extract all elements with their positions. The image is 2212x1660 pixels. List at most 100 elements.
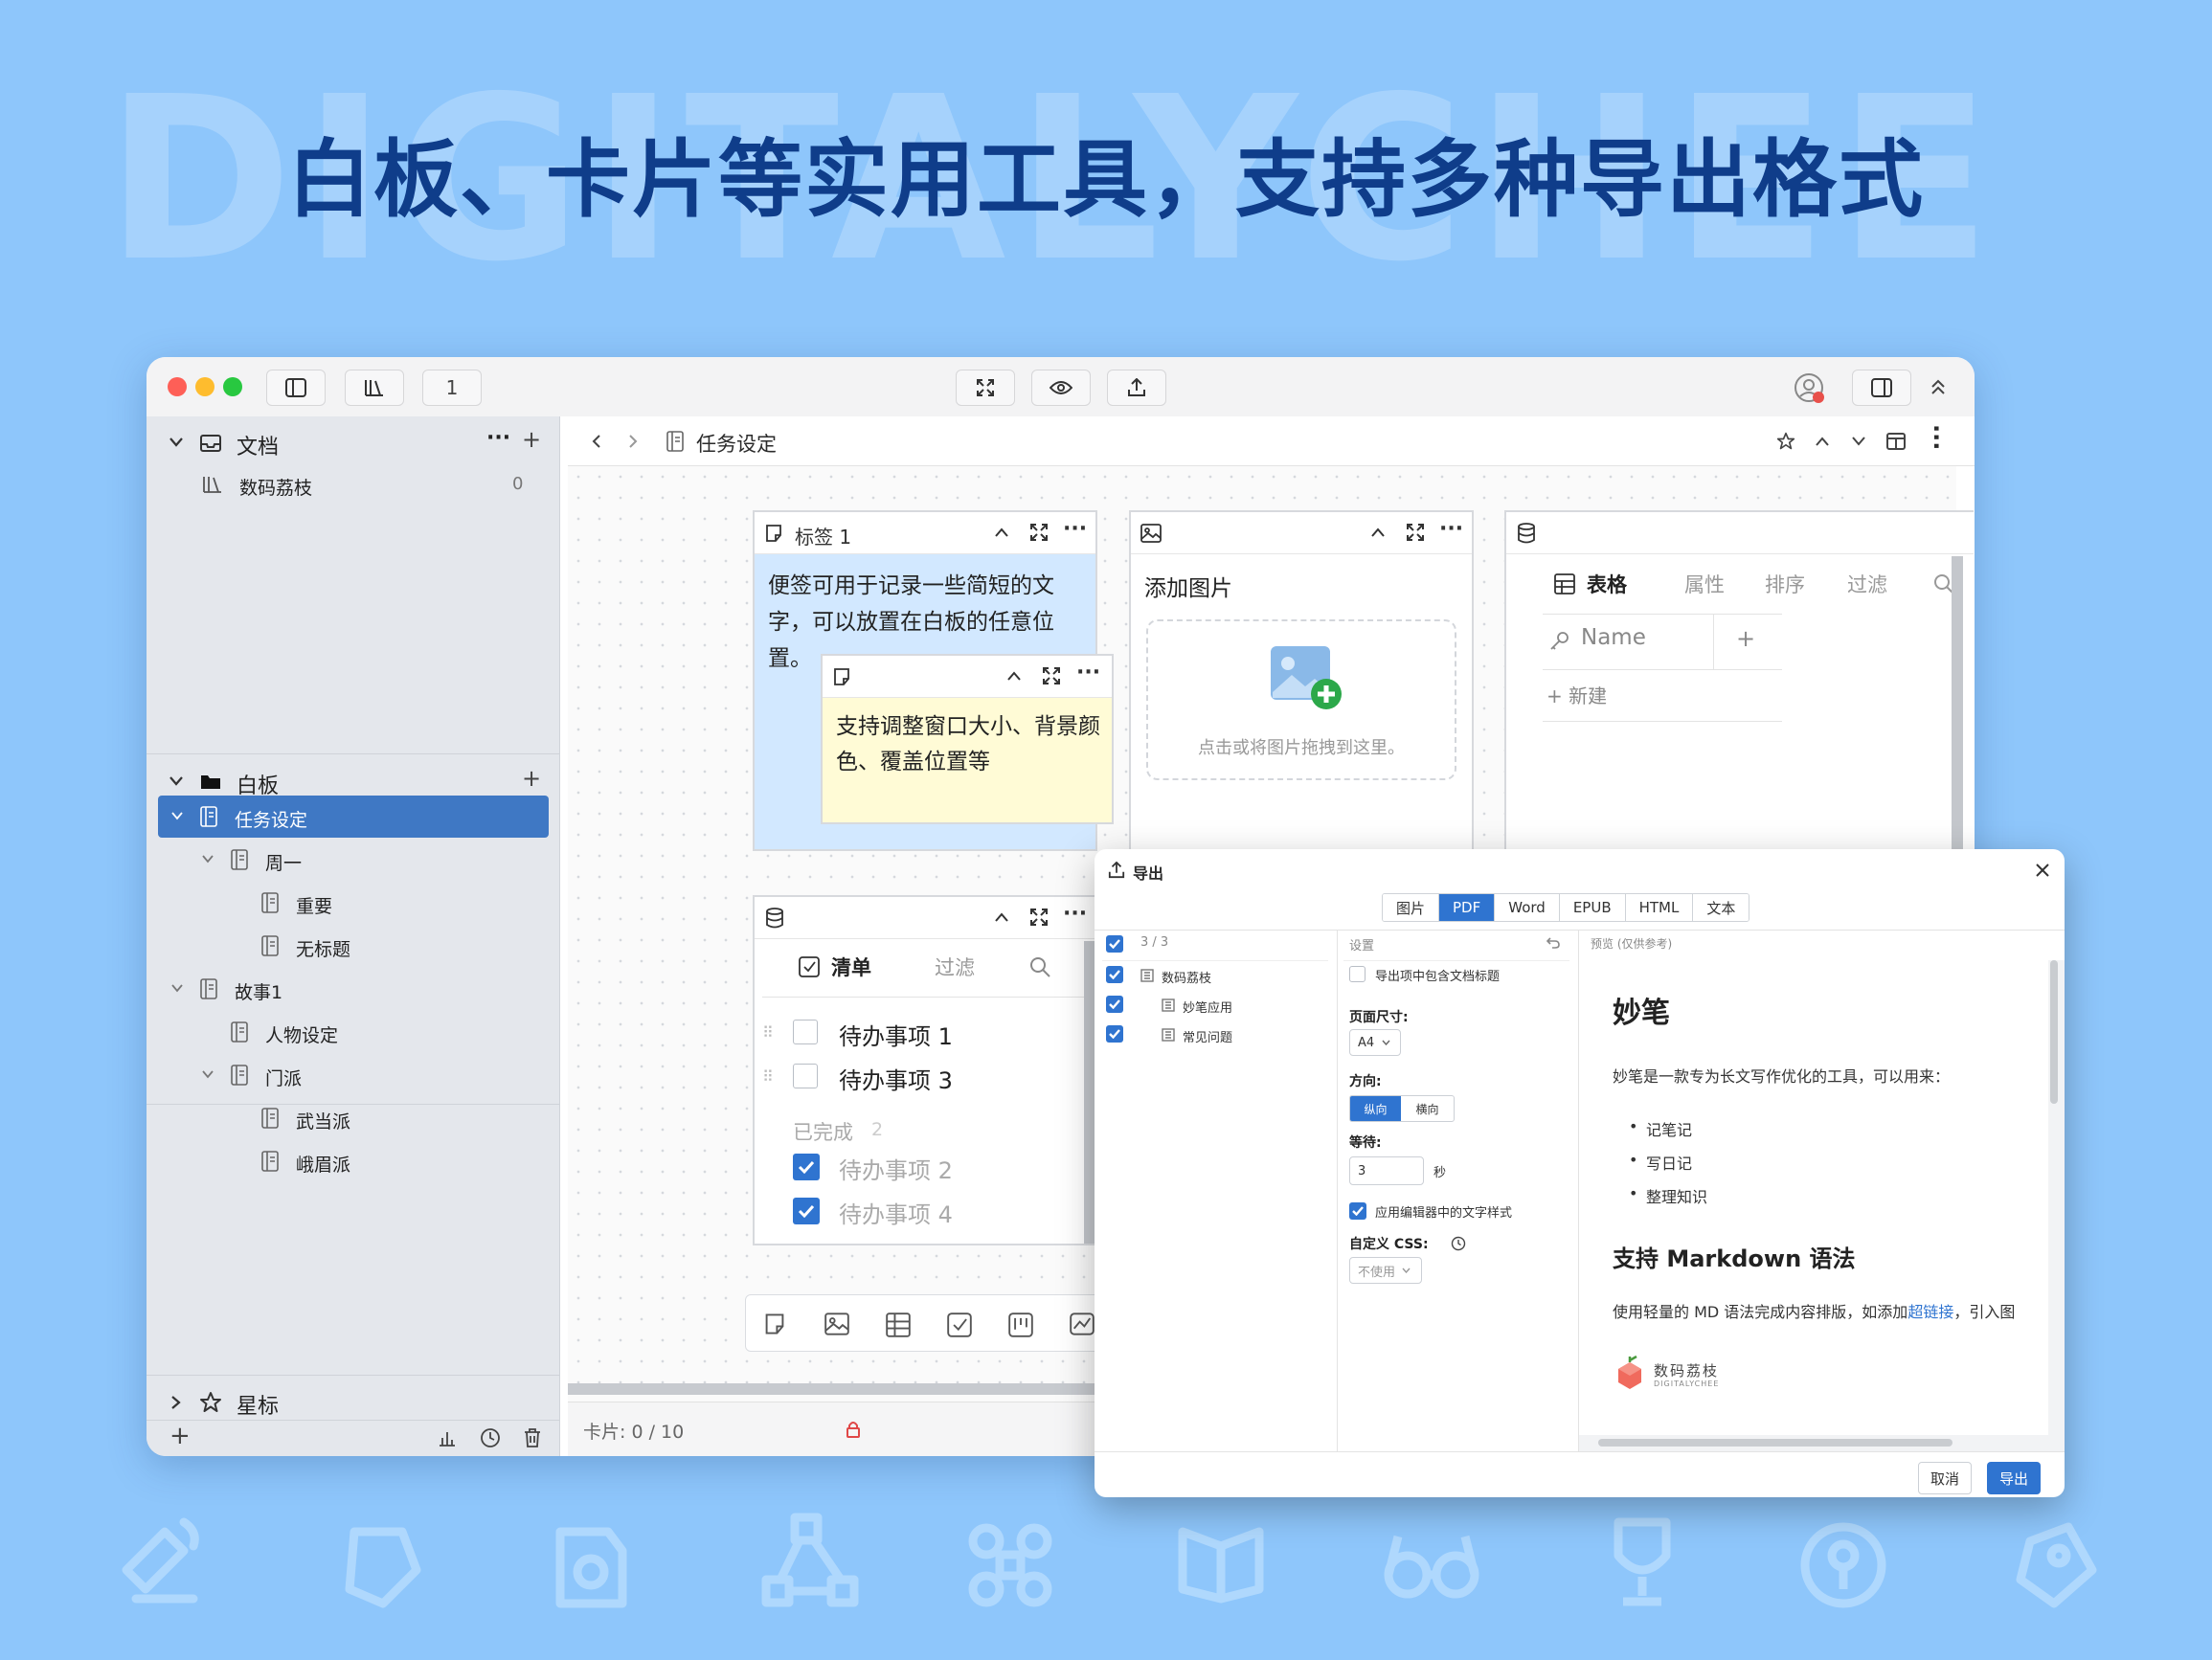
sidebar-item-门派[interactable]: 门派 xyxy=(158,1054,549,1096)
todo-checkbox-checked[interactable] xyxy=(793,1198,820,1224)
tab-EPUB[interactable]: EPUB xyxy=(1559,894,1626,921)
tree-checkbox[interactable] xyxy=(1106,966,1123,983)
more-icon[interactable]: ··· xyxy=(1063,902,1087,926)
share-button[interactable] xyxy=(1107,370,1166,406)
export-button[interactable]: 导出 xyxy=(1987,1462,2041,1494)
todo-checkbox[interactable] xyxy=(793,1064,818,1088)
starred-section-header[interactable]: 星标 xyxy=(147,1380,560,1425)
select-all-checkbox[interactable] xyxy=(1106,935,1123,953)
todo-card[interactable]: ··· 清单 过滤 ⠿ 待办事项 1 ⠿ 待办事项 3 已完成 2 待办事项 2… xyxy=(753,895,1097,1245)
add-board-button[interactable]: + xyxy=(522,765,541,792)
custom-css-select[interactable]: 不使用 xyxy=(1349,1257,1422,1284)
cancel-button[interactable]: 取消 xyxy=(1918,1462,1972,1494)
tree-checkbox[interactable] xyxy=(1106,1025,1123,1043)
orientation-landscape[interactable]: 横向 xyxy=(1401,1096,1454,1121)
tab-清单[interactable]: 清单 xyxy=(831,953,871,981)
docs-section-header[interactable]: 文档 ··· + xyxy=(147,420,560,466)
sidebar-item-峨眉派[interactable]: 峨眉派 xyxy=(158,1140,549,1182)
reset-icon[interactable] xyxy=(1546,937,1560,949)
more-icon[interactable]: ··· xyxy=(1923,424,1950,450)
tab-过滤[interactable]: 过滤 xyxy=(1847,570,1887,598)
tab-图片[interactable]: 图片 xyxy=(1383,894,1440,921)
page-size-select[interactable]: A4 xyxy=(1349,1029,1401,1056)
tab-HTML[interactable]: HTML xyxy=(1625,894,1694,921)
history-icon[interactable] xyxy=(480,1427,501,1448)
table-card[interactable]: 表格 属性 排序 过滤 Name + + 新建 xyxy=(1504,510,1974,864)
forward-icon[interactable] xyxy=(627,434,639,449)
expand-icon[interactable] xyxy=(1406,523,1425,542)
image-icon[interactable] xyxy=(824,1312,849,1335)
more-icon[interactable]: ··· xyxy=(1076,661,1100,684)
sidebar-item-任务设定[interactable]: 任务设定 xyxy=(158,796,549,838)
toggle-sidebar-button[interactable] xyxy=(266,370,326,406)
column-name[interactable]: Name xyxy=(1581,625,1646,650)
sidebar-item-周一[interactable]: 周一 xyxy=(158,839,549,881)
todo-checkbox[interactable] xyxy=(793,1020,818,1044)
chevron-down-icon[interactable] xyxy=(1851,436,1866,447)
preview-button[interactable] xyxy=(1031,370,1091,406)
sidebar-item-人物设定[interactable]: 人物设定 xyxy=(158,1011,549,1053)
tab-Word[interactable]: Word xyxy=(1495,894,1560,921)
new-row-button[interactable]: + 新建 xyxy=(1546,681,1607,708)
sidebar-item-武当派[interactable]: 武当派 xyxy=(158,1097,549,1139)
tab-排序[interactable]: 排序 xyxy=(1765,570,1805,598)
sidebar-item-数码荔枝[interactable]: 数码荔枝 0 xyxy=(158,463,549,505)
add-column-button[interactable]: + xyxy=(1736,625,1755,652)
search-icon[interactable] xyxy=(1028,955,1051,978)
apply-styles-checkbox[interactable] xyxy=(1349,1202,1366,1220)
done-section-label[interactable]: 已完成 xyxy=(793,1117,853,1146)
chevron-up-icon[interactable] xyxy=(994,911,1009,923)
include-title-checkbox[interactable] xyxy=(1349,966,1366,982)
close-icon[interactable] xyxy=(2035,863,2050,878)
drag-handle[interactable]: ⠿ xyxy=(762,1067,774,1086)
tree-checkbox[interactable] xyxy=(1106,996,1123,1013)
tab-PDF[interactable]: PDF xyxy=(1439,894,1496,921)
add-button[interactable]: + xyxy=(169,1422,191,1450)
close-window-button[interactable] xyxy=(168,377,187,396)
stats-icon[interactable] xyxy=(438,1428,457,1447)
collapse-toolbar-button[interactable] xyxy=(1930,378,1947,395)
chevron-up-icon[interactable] xyxy=(994,527,1009,538)
more-icon[interactable]: ··· xyxy=(486,426,510,450)
scrollbar[interactable] xyxy=(1952,556,1963,863)
checklist-icon[interactable] xyxy=(947,1312,972,1337)
split-view-icon[interactable] xyxy=(1886,432,1906,451)
sidebar-item-无标题[interactable]: 无标题 xyxy=(158,925,549,967)
preview-scrollbar[interactable] xyxy=(2050,960,2058,1104)
more-icon[interactable]: ··· xyxy=(1063,517,1087,541)
preview-h-scrollbar[interactable] xyxy=(1598,1439,1952,1447)
tab-过滤[interactable]: 过滤 xyxy=(935,953,975,981)
account-avatar[interactable] xyxy=(1794,372,1826,405)
tab-属性[interactable]: 属性 xyxy=(1684,570,1725,598)
kanban-icon[interactable] xyxy=(1008,1312,1033,1337)
chevron-up-icon[interactable] xyxy=(1815,436,1830,447)
wait-input[interactable]: 3 xyxy=(1349,1156,1424,1185)
todo-checkbox-checked[interactable] xyxy=(793,1154,820,1180)
expand-icon[interactable] xyxy=(1029,908,1049,927)
tab-文本[interactable]: 文本 xyxy=(1693,894,1749,921)
star-icon[interactable] xyxy=(1776,432,1795,451)
toggle-panel-button[interactable] xyxy=(1852,370,1911,406)
sticky-note-icon[interactable] xyxy=(763,1312,786,1335)
chevron-up-icon[interactable] xyxy=(1006,670,1022,682)
minimize-window-button[interactable] xyxy=(195,377,214,396)
maximize-window-button[interactable] xyxy=(223,377,242,396)
sidebar-item-故事1[interactable]: 故事1 xyxy=(158,968,549,1010)
fullscreen-button[interactable] xyxy=(956,370,1015,406)
more-icon[interactable]: ··· xyxy=(1439,517,1463,541)
trash-icon[interactable] xyxy=(523,1427,542,1448)
back-icon[interactable] xyxy=(591,434,602,449)
add-doc-button[interactable]: + xyxy=(522,426,541,453)
chart-icon[interactable] xyxy=(1070,1312,1095,1335)
expand-icon[interactable] xyxy=(1029,523,1049,542)
sub-note-card[interactable]: ··· 支持调整窗口大小、背景颜色、覆盖位置等 xyxy=(821,654,1114,824)
sidebar-item-重要[interactable]: 重要 xyxy=(158,882,549,924)
page-count-button[interactable]: 1 xyxy=(422,370,482,406)
preview-link[interactable]: 超链接 xyxy=(1907,1303,1953,1321)
drag-handle[interactable]: ⠿ xyxy=(762,1023,774,1042)
clock-icon[interactable] xyxy=(1451,1236,1466,1251)
image-card[interactable]: ··· 添加图片 点击或将图片拖拽到这里。 xyxy=(1129,510,1474,855)
expand-icon[interactable] xyxy=(1042,666,1061,685)
image-dropzone[interactable]: 点击或将图片拖拽到这里。 xyxy=(1146,619,1456,780)
chevron-up-icon[interactable] xyxy=(1370,527,1386,538)
